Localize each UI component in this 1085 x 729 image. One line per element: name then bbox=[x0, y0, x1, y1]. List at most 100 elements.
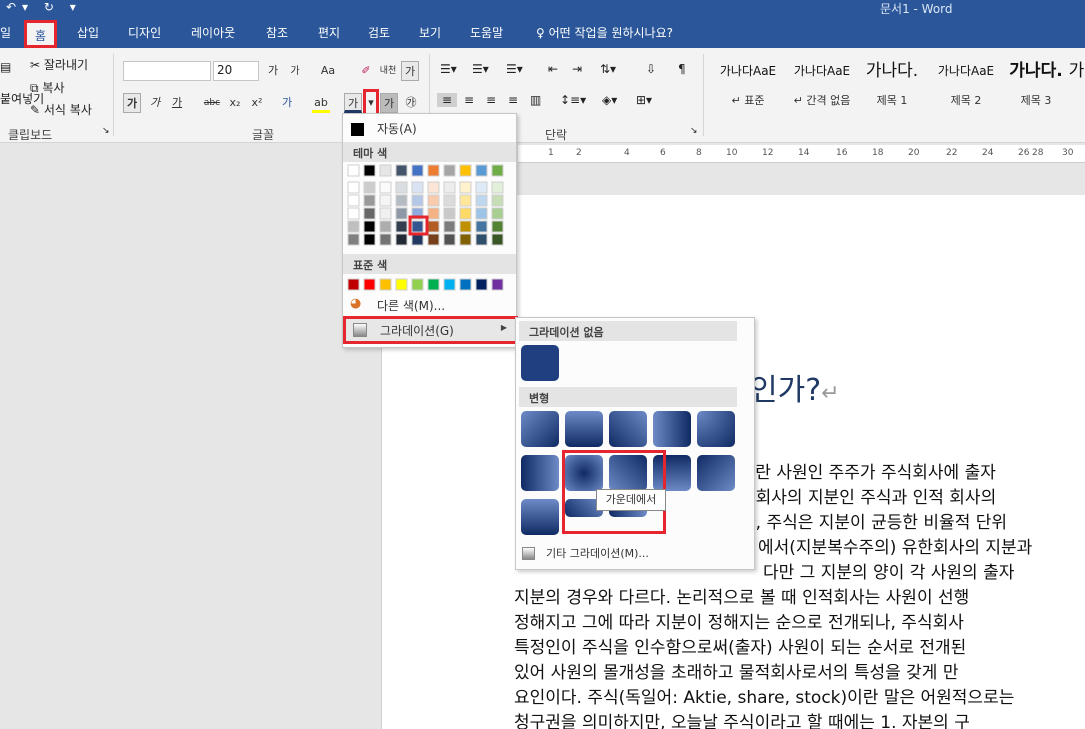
theme-color-swatch[interactable] bbox=[411, 194, 424, 207]
theme-color-swatch[interactable] bbox=[459, 220, 472, 233]
theme-color-swatch[interactable] bbox=[491, 194, 504, 207]
phonetic-guide-button[interactable]: 내천 bbox=[379, 61, 397, 81]
theme-color-swatch[interactable] bbox=[347, 220, 360, 233]
paragraph-launcher-icon[interactable]: ↘ bbox=[690, 126, 698, 136]
highlight-button[interactable]: ab bbox=[312, 93, 330, 113]
standard-color-swatch[interactable] bbox=[475, 278, 488, 291]
theme-color-swatch[interactable] bbox=[443, 181, 456, 194]
theme-color-swatch[interactable] bbox=[475, 220, 488, 233]
theme-color-swatch[interactable] bbox=[363, 194, 376, 207]
standard-color-grid[interactable] bbox=[343, 275, 516, 295]
style-heading-2[interactable]: 가나다AaE 제목 2 bbox=[930, 58, 1002, 118]
copy-button[interactable]: ⧉ 복사 bbox=[30, 79, 65, 96]
theme-color-swatch[interactable] bbox=[363, 164, 376, 177]
theme-color-swatch[interactable] bbox=[395, 220, 408, 233]
style-heading-3[interactable]: 가나다. 제목 3 bbox=[1000, 58, 1072, 118]
theme-color-swatch[interactable] bbox=[475, 194, 488, 207]
theme-color-swatch[interactable] bbox=[427, 164, 440, 177]
theme-color-swatch[interactable] bbox=[491, 164, 504, 177]
standard-color-swatch[interactable] bbox=[395, 278, 408, 291]
standard-color-swatch[interactable] bbox=[411, 278, 424, 291]
theme-color-swatch[interactable] bbox=[475, 207, 488, 220]
style-no-spacing[interactable]: 가나다AaE ↵ 간격 없음 bbox=[786, 58, 858, 118]
underline-button[interactable]: 가 bbox=[168, 93, 186, 113]
theme-color-swatch[interactable] bbox=[491, 233, 504, 246]
theme-color-swatch[interactable] bbox=[427, 194, 440, 207]
tab-review[interactable]: 검토 bbox=[368, 24, 390, 41]
multilevel-list-icon[interactable]: ☰▾ bbox=[506, 62, 523, 76]
tab-layout[interactable]: 레이아웃 bbox=[191, 24, 235, 41]
theme-color-swatch[interactable] bbox=[411, 233, 424, 246]
gradient-variant[interactable] bbox=[697, 455, 735, 491]
tab-home[interactable]: 홈 bbox=[24, 20, 58, 48]
gradient-variant[interactable] bbox=[521, 455, 559, 491]
character-shading-button[interactable]: 가 bbox=[380, 93, 398, 113]
no-gradient-swatch[interactable] bbox=[521, 345, 559, 381]
theme-color-swatch[interactable] bbox=[363, 233, 376, 246]
align-right-icon[interactable]: ≡ bbox=[486, 93, 496, 107]
theme-color-swatch[interactable] bbox=[443, 164, 456, 177]
theme-color-swatch[interactable] bbox=[379, 207, 392, 220]
decrease-indent-icon[interactable]: ⇤ bbox=[548, 62, 558, 76]
numbering-icon[interactable]: ☰▾ bbox=[472, 62, 489, 76]
theme-color-swatch[interactable] bbox=[395, 233, 408, 246]
theme-color-swatch[interactable] bbox=[363, 220, 376, 233]
theme-color-swatch[interactable] bbox=[459, 164, 472, 177]
gradient-variant[interactable] bbox=[565, 411, 603, 447]
theme-color-swatch[interactable] bbox=[443, 220, 456, 233]
style-more[interactable]: 가 bbox=[1068, 58, 1085, 118]
theme-color-swatch[interactable] bbox=[491, 181, 504, 194]
standard-color-swatch[interactable] bbox=[443, 278, 456, 291]
gradient-variant[interactable] bbox=[609, 411, 647, 447]
change-case-button[interactable]: Aa bbox=[314, 61, 342, 81]
theme-color-swatch[interactable] bbox=[443, 194, 456, 207]
increase-indent-icon[interactable]: ⇥ bbox=[572, 62, 582, 76]
clipboard-launcher-icon[interactable]: ↘ bbox=[102, 126, 110, 136]
tab-design[interactable]: 디자인 bbox=[128, 24, 161, 41]
style-heading-1[interactable]: 가나다. 제목 1 bbox=[856, 58, 928, 118]
automatic-color-item[interactable]: 자동(A) bbox=[343, 117, 516, 139]
bullets-icon[interactable]: ☰▾ bbox=[440, 62, 457, 76]
theme-color-swatch[interactable] bbox=[491, 220, 504, 233]
theme-color-swatch[interactable] bbox=[347, 207, 360, 220]
paragraph-shading-icon[interactable]: ◈▾ bbox=[602, 93, 617, 107]
sort-icon[interactable]: ⇩ bbox=[646, 62, 656, 76]
bold-button[interactable]: 가 bbox=[123, 93, 141, 113]
character-border-button[interactable]: 가 bbox=[401, 61, 419, 81]
gradient-variant[interactable] bbox=[697, 411, 735, 447]
tab-file[interactable]: 일 bbox=[0, 24, 11, 41]
tab-view[interactable]: 보기 bbox=[419, 24, 441, 41]
theme-color-swatch[interactable] bbox=[427, 233, 440, 246]
theme-color-swatch[interactable] bbox=[347, 233, 360, 246]
theme-color-swatch[interactable] bbox=[379, 220, 392, 233]
gradient-variant[interactable] bbox=[521, 499, 559, 535]
font-name-input[interactable] bbox=[123, 61, 211, 81]
theme-color-swatch[interactable] bbox=[411, 181, 424, 194]
style-normal[interactable]: 가나다AaE ↵ 표준 bbox=[712, 58, 784, 118]
subscript-button[interactable]: x₂ bbox=[226, 93, 244, 113]
font-size-input[interactable]: 20 bbox=[213, 61, 259, 81]
theme-color-swatch[interactable] bbox=[395, 164, 408, 177]
theme-color-swatch[interactable] bbox=[347, 181, 360, 194]
theme-color-swatch[interactable] bbox=[475, 164, 488, 177]
tab-insert[interactable]: 삽입 bbox=[77, 24, 99, 41]
theme-color-swatch[interactable] bbox=[411, 164, 424, 177]
cut-button[interactable]: ✂ 잘라내기 bbox=[30, 56, 88, 73]
tab-mailings[interactable]: 편지 bbox=[318, 24, 340, 41]
theme-color-swatch[interactable] bbox=[459, 181, 472, 194]
theme-color-swatch[interactable] bbox=[411, 220, 424, 233]
italic-button[interactable]: 가 bbox=[146, 93, 164, 113]
theme-color-swatch[interactable] bbox=[427, 220, 440, 233]
grow-font-button[interactable]: 가 bbox=[264, 61, 282, 81]
justify-icon[interactable]: ≡ bbox=[508, 93, 518, 107]
distributed-icon[interactable]: ▥ bbox=[530, 93, 541, 107]
theme-color-swatch[interactable] bbox=[347, 194, 360, 207]
theme-color-swatch[interactable] bbox=[395, 181, 408, 194]
gradient-menu-item[interactable]: 그라데이션(G) ▶ bbox=[343, 316, 518, 344]
standard-color-swatch[interactable] bbox=[491, 278, 504, 291]
theme-color-grid[interactable] bbox=[343, 163, 516, 253]
theme-color-swatch[interactable] bbox=[459, 207, 472, 220]
standard-color-swatch[interactable] bbox=[363, 278, 376, 291]
show-marks-icon[interactable]: ¶ bbox=[678, 62, 686, 76]
paste-icon[interactable]: ▤ bbox=[0, 60, 11, 74]
